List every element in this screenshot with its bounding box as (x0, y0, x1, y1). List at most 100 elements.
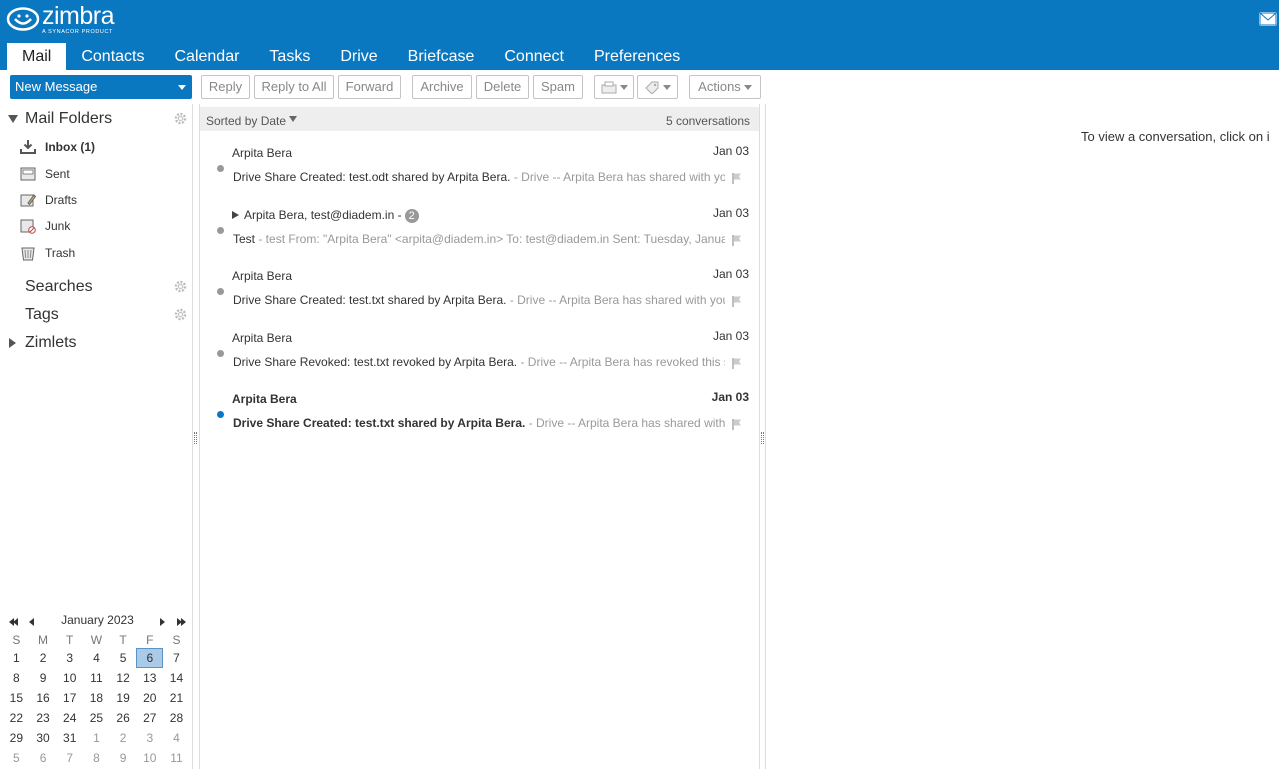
calendar-day[interactable]: 20 (136, 688, 163, 708)
next-month-icon[interactable] (160, 618, 165, 626)
calendar-day[interactable]: 8 (83, 748, 110, 768)
move-button[interactable] (594, 75, 634, 99)
forward-button[interactable]: Forward (338, 75, 401, 99)
calendar-day[interactable]: 3 (56, 648, 83, 668)
read-status-dot[interactable] (217, 288, 224, 295)
gear-icon[interactable] (174, 280, 187, 293)
flag-icon[interactable] (731, 357, 743, 369)
tab-contacts[interactable]: Contacts (66, 43, 159, 70)
calendar-day[interactable]: 30 (30, 728, 57, 748)
sidebar-item-junk[interactable]: Junk (0, 214, 193, 240)
calendar-day[interactable]: 24 (56, 708, 83, 728)
reply-all-button[interactable]: Reply to All (254, 75, 334, 99)
calendar-day[interactable]: 17 (56, 688, 83, 708)
zimbra-logo[interactable]: zimbra A SYNACOR PRODUCT (6, 6, 114, 36)
mail-folders-header[interactable]: Mail Folders (0, 107, 193, 131)
envelope-icon[interactable] (1259, 12, 1277, 26)
calendar-day[interactable]: 2 (30, 648, 57, 668)
sidebar-item-drafts[interactable]: Drafts (0, 188, 193, 214)
message-row[interactable]: Arpita BeraJan 03Drive Share Created: te… (200, 260, 759, 320)
calendar-day[interactable]: 6 (30, 748, 57, 768)
sidebar-item-trash[interactable]: Trash (0, 241, 193, 267)
calendar-day[interactable]: 16 (30, 688, 57, 708)
actions-button[interactable]: Actions (689, 75, 761, 99)
calendar-day[interactable]: 29 (3, 728, 30, 748)
calendar-day[interactable]: 7 (163, 648, 190, 668)
read-status-dot[interactable] (217, 350, 224, 357)
calendar-day[interactable]: 10 (56, 668, 83, 688)
sidebar-item-inbox[interactable]: Inbox (1) (0, 135, 193, 161)
calendar-day[interactable]: 10 (136, 748, 163, 768)
calendar-day[interactable]: 5 (3, 748, 30, 768)
calendar-day[interactable]: 2 (110, 728, 137, 748)
calendar-day[interactable]: 1 (83, 728, 110, 748)
calendar-day[interactable]: 21 (163, 688, 190, 708)
tags-header[interactable]: Tags (0, 303, 193, 327)
calendar-day[interactable]: 23 (30, 708, 57, 728)
calendar-day[interactable]: 11 (163, 748, 190, 768)
flag-icon[interactable] (731, 418, 743, 430)
flag-icon[interactable] (731, 295, 743, 307)
archive-button[interactable]: Archive (412, 75, 472, 99)
calendar-day[interactable]: 4 (83, 648, 110, 668)
message-date: Jan 03 (712, 390, 749, 404)
calendar-day[interactable]: 22 (3, 708, 30, 728)
tab-calendar[interactable]: Calendar (159, 43, 254, 70)
calendar-day[interactable]: 9 (30, 668, 57, 688)
gear-icon[interactable] (174, 308, 187, 321)
tab-mail[interactable]: Mail (7, 43, 66, 70)
tag-button[interactable] (637, 75, 678, 99)
message-row[interactable]: Arpita BeraJan 03Drive Share Created: te… (200, 137, 759, 197)
message-row[interactable]: Arpita BeraJan 03Drive Share Revoked: te… (200, 322, 759, 382)
calendar-day[interactable]: 12 (110, 668, 137, 688)
calendar-day[interactable]: 14 (163, 668, 190, 688)
calendar-day[interactable]: 25 (83, 708, 110, 728)
calendar-day[interactable]: 3 (136, 728, 163, 748)
sort-by-date[interactable]: Sorted by Date (206, 114, 286, 128)
calendar-day[interactable]: 15 (3, 688, 30, 708)
flag-icon[interactable] (731, 234, 743, 246)
left-splitter-handle[interactable] (194, 432, 197, 444)
read-status-dot[interactable] (217, 411, 224, 418)
tab-connect[interactable]: Connect (489, 43, 579, 70)
calendar-day[interactable]: 28 (163, 708, 190, 728)
flag-icon[interactable] (731, 172, 743, 184)
new-message-button[interactable]: New Message (10, 75, 192, 99)
next-year-icon-part[interactable] (181, 618, 186, 626)
calendar-day[interactable]: 5 (110, 648, 137, 668)
chevron-down-icon[interactable] (178, 85, 186, 90)
calendar-day[interactable]: 9 (110, 748, 137, 768)
calendar-day[interactable]: 18 (83, 688, 110, 708)
zimlets-header[interactable]: Zimlets (0, 331, 193, 355)
collapse-arrow-icon[interactable] (8, 115, 18, 123)
calendar-day[interactable]: 19 (110, 688, 137, 708)
calendar-day[interactable]: 6 (136, 648, 163, 668)
message-row[interactable]: Arpita BeraJan 03Drive Share Created: te… (200, 383, 759, 443)
right-splitter-handle[interactable] (761, 432, 764, 444)
calendar-day[interactable]: 7 (56, 748, 83, 768)
expand-arrow-icon[interactable] (9, 338, 16, 348)
calendar-day[interactable]: 27 (136, 708, 163, 728)
calendar-day[interactable]: 8 (3, 668, 30, 688)
read-status-dot[interactable] (217, 227, 224, 234)
calendar-day[interactable]: 4 (163, 728, 190, 748)
tab-briefcase[interactable]: Briefcase (393, 43, 490, 70)
sort-descending-icon[interactable] (289, 116, 297, 122)
calendar-day[interactable]: 31 (56, 728, 83, 748)
calendar-day[interactable]: 11 (83, 668, 110, 688)
tab-drive[interactable]: Drive (325, 43, 392, 70)
calendar-day[interactable]: 26 (110, 708, 137, 728)
message-row[interactable]: Arpita Bera, test@diadem.in -2Jan 03Test… (200, 199, 759, 259)
reply-button[interactable]: Reply (201, 75, 250, 99)
calendar-day[interactable]: 13 (136, 668, 163, 688)
spam-button[interactable]: Spam (533, 75, 583, 99)
expand-conversation-icon[interactable] (232, 211, 239, 219)
read-status-dot[interactable] (217, 165, 224, 172)
delete-button[interactable]: Delete (476, 75, 529, 99)
tab-preferences[interactable]: Preferences (579, 43, 695, 70)
tab-tasks[interactable]: Tasks (254, 43, 325, 70)
searches-header[interactable]: Searches (0, 275, 193, 299)
sidebar-item-sent[interactable]: Sent (0, 162, 193, 188)
calendar-day[interactable]: 1 (3, 648, 30, 668)
gear-icon[interactable] (174, 112, 187, 125)
